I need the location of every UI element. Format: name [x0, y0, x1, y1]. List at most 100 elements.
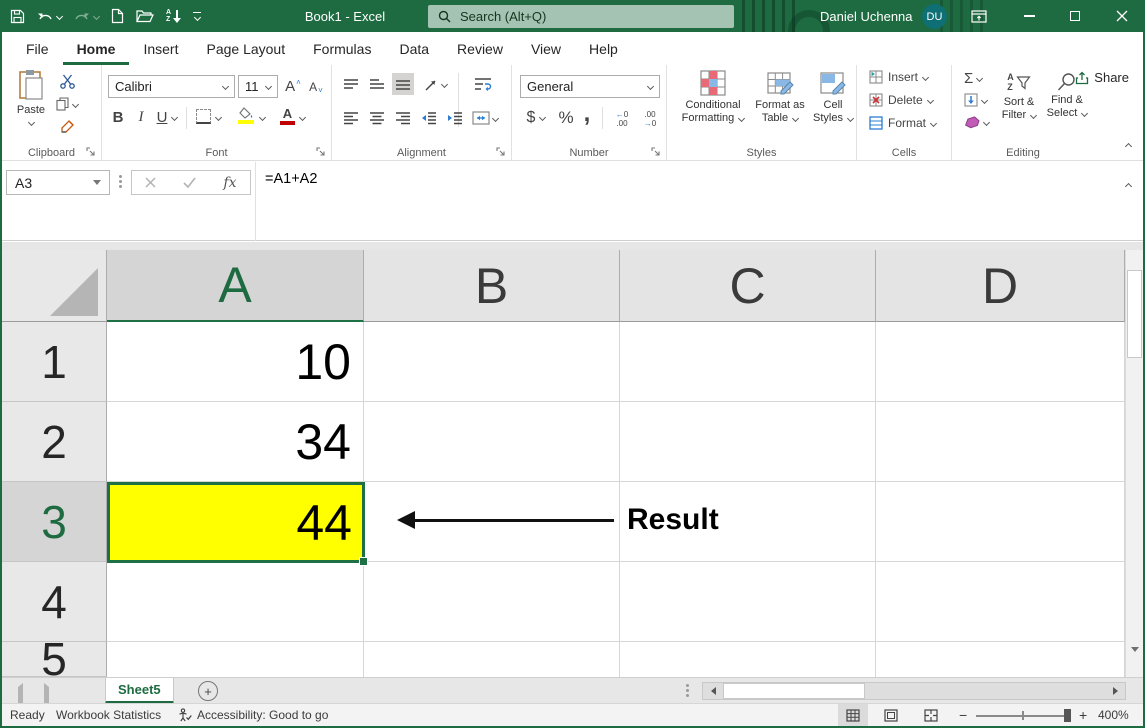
collapse-ribbon-icon[interactable]: [1126, 140, 1131, 152]
cell-D3[interactable]: [876, 482, 1125, 562]
cell-A4[interactable]: [107, 562, 364, 642]
minimize-button[interactable]: [1012, 0, 1046, 32]
cell-D4[interactable]: [876, 562, 1125, 642]
cell-A2[interactable]: 34: [107, 402, 364, 482]
number-dialog-launcher-icon[interactable]: [651, 147, 661, 157]
close-button[interactable]: [1105, 0, 1139, 32]
select-all-corner[interactable]: [2, 250, 107, 322]
clear-icon[interactable]: [964, 116, 989, 129]
orientation-icon[interactable]: [420, 73, 450, 95]
accessibility-status-button[interactable]: Accessibility: Good to go: [178, 708, 328, 722]
formula-input[interactable]: =A1+A2: [265, 171, 317, 187]
format-cells-button[interactable]: Format: [869, 116, 936, 130]
row-header-4[interactable]: 4: [2, 562, 107, 642]
format-as-table-button[interactable]: Format as Table: [749, 70, 811, 125]
cell-B4[interactable]: [364, 562, 620, 642]
save-icon[interactable]: [10, 0, 25, 32]
column-header-C[interactable]: C: [620, 250, 876, 322]
workbook-statistics-button[interactable]: Workbook Statistics: [56, 708, 161, 722]
name-box-dropdown-icon[interactable]: [93, 180, 101, 185]
scroll-right-icon[interactable]: [1105, 687, 1125, 695]
view-normal-icon[interactable]: [838, 704, 868, 726]
paste-button[interactable]: Paste: [10, 69, 52, 125]
row-header-1[interactable]: 1: [2, 322, 107, 402]
number-format-select[interactable]: General: [520, 75, 660, 98]
decrease-decimal-icon[interactable]: .00 →0: [638, 107, 662, 131]
account-name[interactable]: Daniel Uchenna: [820, 0, 913, 32]
column-header-D[interactable]: D: [876, 250, 1125, 322]
italic-button[interactable]: I: [134, 107, 148, 127]
decrease-indent-icon[interactable]: [418, 107, 440, 129]
scroll-down-icon[interactable]: [1131, 652, 1139, 670]
row-header-3[interactable]: 3: [2, 482, 107, 562]
avatar[interactable]: DU: [922, 4, 947, 29]
cell-D5[interactable]: [876, 642, 1125, 677]
fill-color-dropdown-icon[interactable]: [260, 115, 265, 120]
font-dialog-launcher-icon[interactable]: [316, 147, 326, 157]
tab-help[interactable]: Help: [575, 32, 632, 65]
undo-icon[interactable]: [37, 0, 62, 32]
search-input[interactable]: Search (Alt+Q): [428, 5, 734, 28]
cell-C1[interactable]: [620, 322, 876, 402]
tab-area-resize-handle[interactable]: [686, 684, 689, 687]
clipboard-dialog-launcher-icon[interactable]: [86, 147, 96, 157]
redo-icon[interactable]: [74, 0, 99, 32]
fill-color-icon[interactable]: [238, 107, 254, 124]
vertical-scroll-thumb[interactable]: [1127, 270, 1142, 358]
accounting-format-icon[interactable]: $: [524, 107, 538, 129]
row-header-5[interactable]: 5: [2, 642, 107, 677]
align-bottom-icon[interactable]: [392, 73, 414, 95]
zoom-in-button[interactable]: +: [1079, 707, 1087, 723]
decrease-font-size-icon[interactable]: A˅: [306, 77, 326, 97]
font-color-icon[interactable]: A: [280, 107, 295, 125]
add-sheet-button[interactable]: +: [198, 681, 218, 701]
increase-decimal-icon[interactable]: ←0 .00: [610, 107, 634, 131]
delete-cells-button[interactable]: Delete: [869, 93, 933, 107]
fill-handle[interactable]: [359, 557, 368, 566]
tab-data[interactable]: Data: [385, 32, 443, 65]
underline-button[interactable]: U: [154, 107, 170, 127]
cell-C4[interactable]: [620, 562, 876, 642]
percent-style-icon[interactable]: %: [556, 107, 576, 129]
tab-page-layout[interactable]: Page Layout: [192, 32, 299, 65]
name-box[interactable]: A3: [6, 170, 110, 195]
cell-D1[interactable]: [876, 322, 1125, 402]
underline-dropdown-icon[interactable]: [172, 115, 177, 120]
alignment-dialog-launcher-icon[interactable]: [496, 147, 506, 157]
open-file-icon[interactable]: [136, 0, 154, 32]
tab-insert[interactable]: Insert: [129, 32, 192, 65]
conditional-formatting-button[interactable]: Conditional Formatting: [677, 70, 749, 125]
ribbon-display-options-icon[interactable]: [962, 0, 996, 32]
insert-cells-button[interactable]: Insert: [869, 70, 928, 84]
insert-function-icon[interactable]: fx: [223, 175, 236, 191]
cell-B2[interactable]: [364, 402, 620, 482]
column-header-B[interactable]: B: [364, 250, 620, 322]
align-center-icon[interactable]: [366, 107, 388, 129]
comma-style-icon[interactable]: ,: [580, 103, 594, 125]
column-header-A[interactable]: A: [107, 250, 364, 322]
align-left-icon[interactable]: [340, 107, 362, 129]
new-file-icon[interactable]: [111, 0, 124, 32]
cut-icon[interactable]: [58, 73, 76, 89]
zoom-slider-track[interactable]: [976, 715, 1071, 717]
align-middle-icon[interactable]: [366, 73, 388, 95]
sheet-tab-sheet5[interactable]: Sheet5: [105, 678, 174, 704]
zoom-out-button[interactable]: −: [959, 707, 967, 723]
formula-bar-resize-handle[interactable]: [119, 175, 122, 178]
enter-icon[interactable]: [183, 177, 196, 188]
tab-file[interactable]: File: [12, 32, 63, 65]
zoom-level[interactable]: 400%: [1098, 708, 1129, 722]
tab-home[interactable]: Home: [63, 32, 130, 65]
copy-icon[interactable]: [54, 96, 80, 112]
collapse-formula-bar-icon[interactable]: [1126, 176, 1131, 194]
horizontal-scroll-thumb[interactable]: [723, 683, 865, 699]
fill-icon[interactable]: [964, 93, 987, 107]
merge-center-icon[interactable]: [470, 107, 500, 129]
tab-view[interactable]: View: [517, 32, 575, 65]
font-size-select[interactable]: 11: [238, 75, 278, 98]
cell-C5[interactable]: [620, 642, 876, 677]
increase-font-size-icon[interactable]: A˄: [282, 75, 304, 97]
sort-ascending-icon[interactable]: AZ: [166, 0, 181, 32]
increase-indent-icon[interactable]: [444, 107, 466, 129]
customize-quick-access-icon[interactable]: [193, 0, 201, 32]
